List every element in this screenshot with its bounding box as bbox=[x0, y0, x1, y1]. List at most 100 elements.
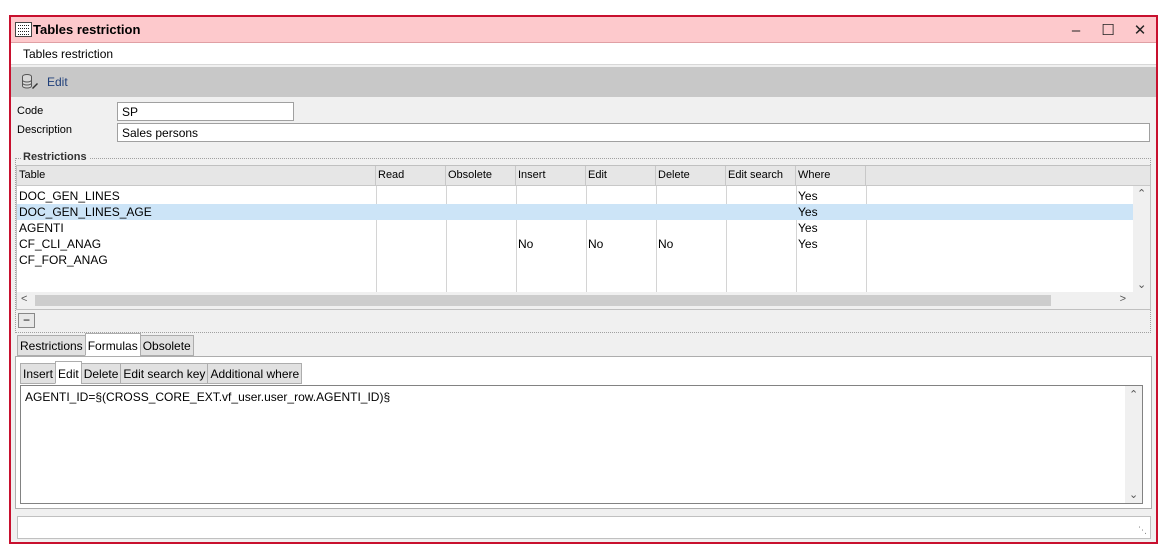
scroll-down-icon[interactable]: ⌄ bbox=[1137, 278, 1146, 291]
cell-read bbox=[376, 236, 380, 252]
cell-edit-search bbox=[726, 204, 730, 220]
cell-where bbox=[796, 252, 800, 268]
table-row[interactable]: CF_CLI_ANAG No No No Yes bbox=[17, 236, 1135, 252]
cell-where: Yes bbox=[798, 237, 818, 251]
status-field[interactable]: ⋱ bbox=[17, 516, 1151, 539]
form-caption: Tables restriction bbox=[11, 43, 1156, 65]
maximize-button[interactable]: ☐ bbox=[1092, 17, 1124, 43]
cell-table: DOC_GEN_LINES bbox=[19, 189, 120, 203]
tab-restrictions[interactable]: Restrictions bbox=[17, 335, 86, 356]
cell-read bbox=[376, 252, 380, 268]
scroll-right-icon[interactable]: > bbox=[1120, 293, 1126, 305]
cell-edit-search bbox=[726, 236, 730, 252]
scroll-up-icon[interactable]: ⌃ bbox=[1137, 187, 1146, 200]
scroll-down-icon[interactable]: ⌄ bbox=[1129, 488, 1138, 501]
cell-edit bbox=[586, 204, 590, 220]
column-header-edit-search[interactable]: Edit search bbox=[726, 166, 796, 186]
column-header-edit[interactable]: Edit bbox=[586, 166, 656, 186]
cell-delete bbox=[656, 204, 660, 220]
minimize-button[interactable]: – bbox=[1060, 17, 1092, 43]
cell-edit: No bbox=[588, 237, 604, 251]
tables-restriction-window: Tables restriction – ☐ ✕ Tables restrict… bbox=[9, 15, 1158, 544]
title-bar: Tables restriction – ☐ ✕ bbox=[11, 17, 1156, 43]
cell-table: AGENTI bbox=[19, 221, 64, 235]
grid-horizontal-scrollbar[interactable]: < > bbox=[17, 292, 1150, 309]
cell-read bbox=[376, 188, 380, 204]
cell-edit-search bbox=[726, 188, 730, 204]
cell-obsolete bbox=[446, 188, 450, 204]
tab-obsolete[interactable]: Obsolete bbox=[139, 335, 194, 356]
close-button[interactable]: ✕ bbox=[1124, 17, 1156, 43]
app-icon bbox=[15, 22, 32, 37]
minimize-icon: – bbox=[1071, 21, 1081, 39]
cell-where: Yes bbox=[798, 221, 818, 235]
scroll-up-icon[interactable]: ⌃ bbox=[1129, 388, 1138, 401]
column-header-read[interactable]: Read bbox=[376, 166, 446, 186]
scroll-left-icon[interactable]: < bbox=[21, 293, 27, 305]
resize-grip-icon[interactable]: ⋱ bbox=[1138, 525, 1147, 536]
cell-insert: No bbox=[518, 237, 534, 251]
column-header-delete[interactable]: Delete bbox=[656, 166, 726, 186]
column-header-table[interactable]: Table bbox=[17, 166, 376, 186]
close-icon: ✕ bbox=[1133, 22, 1147, 39]
description-label: Description bbox=[17, 124, 73, 136]
table-row[interactable]: DOC_GEN_LINES Yes bbox=[17, 188, 1135, 204]
cell-edit-search bbox=[726, 220, 730, 236]
table-row[interactable]: AGENTI Yes bbox=[17, 220, 1135, 236]
restrictions-group-label: Restrictions bbox=[21, 151, 89, 163]
sub-tab-strip: Insert Edit Delete Edit search key Addit… bbox=[20, 361, 303, 385]
subtab-additional-where[interactable]: Additional where bbox=[207, 363, 303, 384]
database-edit-icon bbox=[22, 74, 38, 89]
subtab-edit[interactable]: Edit bbox=[55, 361, 82, 384]
formula-textarea[interactable]: AGENTI_ID=§(CROSS_CORE_EXT.vf_user.user_… bbox=[20, 385, 1143, 504]
cell-table: CF_CLI_ANAG bbox=[19, 237, 102, 251]
cell-obsolete bbox=[446, 236, 450, 252]
restrictions-grid[interactable]: Table Read Obsolete Insert Edit Delete E… bbox=[16, 165, 1151, 310]
cell-delete bbox=[656, 220, 660, 236]
column-header-obsolete[interactable]: Obsolete bbox=[446, 166, 516, 186]
cell-read bbox=[376, 220, 380, 236]
toolbar: Edit bbox=[11, 67, 1156, 97]
cell-obsolete bbox=[446, 252, 450, 268]
maximize-icon: ☐ bbox=[1101, 22, 1115, 39]
table-row[interactable]: DOC_GEN_LINES_AGE Yes bbox=[17, 204, 1135, 220]
subtab-delete[interactable]: Delete bbox=[80, 363, 122, 384]
cell-edit bbox=[586, 188, 590, 204]
code-field[interactable]: SP bbox=[117, 102, 294, 121]
subtab-insert[interactable]: Insert bbox=[20, 363, 57, 384]
table-row[interactable]: CF_FOR_ANAG bbox=[17, 252, 1135, 268]
tab-formulas[interactable]: Formulas bbox=[84, 333, 141, 356]
cell-insert bbox=[516, 220, 520, 236]
description-field[interactable]: Sales persons bbox=[117, 123, 1150, 142]
cell-delete bbox=[656, 252, 660, 268]
cell-read bbox=[376, 204, 380, 220]
form-caption-text: Tables restriction bbox=[23, 47, 114, 61]
formula-vertical-scrollbar[interactable]: ⌃ ⌄ bbox=[1125, 386, 1142, 503]
column-header-where[interactable]: Where bbox=[796, 166, 866, 186]
subtab-edit-search-key[interactable]: Edit search key bbox=[120, 363, 209, 384]
cell-delete: No bbox=[658, 237, 674, 251]
cell-insert bbox=[516, 252, 520, 268]
main-tab-strip: Restrictions Formulas Obsolete bbox=[17, 333, 194, 357]
code-label: Code bbox=[17, 105, 44, 117]
cell-edit bbox=[586, 220, 590, 236]
cell-insert bbox=[516, 204, 520, 220]
cell-table: CF_FOR_ANAG bbox=[19, 253, 108, 267]
window-title: Tables restriction bbox=[33, 22, 141, 37]
code-value: SP bbox=[122, 105, 139, 119]
cell-edit bbox=[586, 252, 590, 268]
cell-insert bbox=[516, 188, 520, 204]
formula-text: AGENTI_ID=§(CROSS_CORE_EXT.vf_user.user_… bbox=[25, 390, 391, 404]
grid-header: Table Read Obsolete Insert Edit Delete E… bbox=[17, 166, 1150, 186]
edit-button-label: Edit bbox=[47, 75, 68, 89]
column-header-insert[interactable]: Insert bbox=[516, 166, 586, 186]
cell-obsolete bbox=[446, 220, 450, 236]
cell-obsolete bbox=[446, 204, 450, 220]
collapse-button[interactable]: − bbox=[18, 313, 35, 328]
cell-table: DOC_GEN_LINES_AGE bbox=[19, 205, 152, 219]
edit-button[interactable]: Edit bbox=[21, 72, 68, 92]
horizontal-scroll-thumb[interactable] bbox=[35, 295, 1051, 306]
cell-delete bbox=[656, 188, 660, 204]
cell-where: Yes bbox=[798, 205, 818, 219]
grid-vertical-scrollbar[interactable]: ⌃ ⌄ bbox=[1133, 186, 1150, 292]
